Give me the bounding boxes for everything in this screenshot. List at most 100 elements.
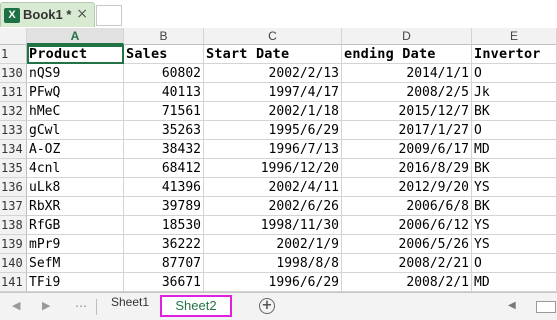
table-cell[interactable]: MD	[472, 273, 557, 292]
table-cell[interactable]: BK	[472, 102, 557, 121]
table-cell[interactable]: SefM	[27, 254, 124, 273]
header-cell[interactable]: Start Date	[204, 45, 342, 64]
table-cell[interactable]: 18530	[124, 216, 204, 235]
table-cell[interactable]: mPr9	[27, 235, 124, 254]
table-cell[interactable]: 2002/6/26	[204, 197, 342, 216]
table-cell[interactable]: 87707	[124, 254, 204, 273]
table-cell[interactable]: 60802	[124, 64, 204, 83]
select-all-corner[interactable]	[0, 28, 27, 45]
column-header-d[interactable]: D	[342, 28, 472, 45]
row-header[interactable]: 140	[0, 254, 27, 273]
column-header-a[interactable]: A	[27, 28, 124, 45]
table-cell[interactable]: 36222	[124, 235, 204, 254]
column-header-b[interactable]: B	[124, 28, 204, 45]
row-header[interactable]: 1	[0, 45, 27, 64]
table-cell[interactable]: 2006/5/26	[342, 235, 472, 254]
table-cell[interactable]: 1995/6/29	[204, 121, 342, 140]
table-cell[interactable]: 1997/4/17	[204, 83, 342, 102]
row-header[interactable]: 131	[0, 83, 27, 102]
row-header[interactable]: 133	[0, 121, 27, 140]
header-cell[interactable]: ending Date	[342, 45, 472, 64]
table-cell[interactable]: 1996/6/29	[204, 273, 342, 292]
close-icon[interactable]: ×	[76, 6, 88, 22]
table-cell[interactable]: 2002/4/11	[204, 178, 342, 197]
add-sheet-button[interactable]: +	[259, 298, 275, 314]
table-cell[interactable]: 41396	[124, 178, 204, 197]
table-cell[interactable]: A-OZ	[27, 140, 124, 159]
row-header[interactable]: 132	[0, 102, 27, 121]
table-cell[interactable]: gCwl	[27, 121, 124, 140]
table-cell[interactable]: PFwQ	[27, 83, 124, 102]
table-cell[interactable]: O	[472, 64, 557, 83]
table-cell[interactable]: 1998/8/8	[204, 254, 342, 273]
workbook-tab-bar: X Book1 * ×	[0, 0, 557, 28]
table-cell[interactable]: 71561	[124, 102, 204, 121]
new-workbook-tab-button[interactable]	[96, 5, 122, 26]
prev-sheet-icon[interactable]: ◀	[12, 299, 20, 312]
table-cell[interactable]: 2006/6/8	[342, 197, 472, 216]
scrollbar-thumb[interactable]	[536, 301, 556, 313]
tab-sheet1[interactable]: Sheet1	[104, 295, 156, 317]
header-cell[interactable]: Product	[27, 45, 124, 64]
table-cell[interactable]: O	[472, 254, 557, 273]
table-cell[interactable]: 2002/1/9	[204, 235, 342, 254]
table-cell[interactable]: O	[472, 121, 557, 140]
table-cell[interactable]: 2012/9/20	[342, 178, 472, 197]
table-cell[interactable]: 2009/6/17	[342, 140, 472, 159]
table-cell[interactable]: 1998/11/30	[204, 216, 342, 235]
table-cell[interactable]: 2017/1/27	[342, 121, 472, 140]
tab-sheet2[interactable]: Sheet2	[160, 295, 232, 317]
row-header[interactable]: 137	[0, 197, 27, 216]
table-cell[interactable]: MD	[472, 140, 557, 159]
table-cell[interactable]: 39789	[124, 197, 204, 216]
table-cell[interactable]: 68412	[124, 159, 204, 178]
table-cell[interactable]: 36671	[124, 273, 204, 292]
scroll-left-icon[interactable]: ◀	[508, 300, 516, 311]
table-cell[interactable]: RfGB	[27, 216, 124, 235]
table-cell[interactable]: 38432	[124, 140, 204, 159]
table-cell[interactable]: 35263	[124, 121, 204, 140]
table-cell[interactable]: 2008/2/21	[342, 254, 472, 273]
table-cell[interactable]: 4cnl	[27, 159, 124, 178]
table-cell[interactable]: YS	[472, 178, 557, 197]
row-header[interactable]: 141	[0, 273, 27, 292]
table-cell[interactable]: 2008/2/1	[342, 273, 472, 292]
table-cell[interactable]: 2006/6/12	[342, 216, 472, 235]
table-cell[interactable]: RbXR	[27, 197, 124, 216]
row-header[interactable]: 139	[0, 235, 27, 254]
table-cell[interactable]: uLk8	[27, 178, 124, 197]
workbook-title: Book1 *	[23, 7, 72, 22]
table-cell[interactable]: 2015/12/7	[342, 102, 472, 121]
table-cell[interactable]: TFi9	[27, 273, 124, 292]
table-cell[interactable]: 2002/1/18	[204, 102, 342, 121]
workbook-tab[interactable]: X Book1 * ×	[0, 2, 95, 27]
table-cell[interactable]: 1996/7/13	[204, 140, 342, 159]
table-cell[interactable]: YS	[472, 235, 557, 254]
horizontal-scrollbar[interactable]: ◀	[496, 300, 557, 314]
table-cell[interactable]: YS	[472, 216, 557, 235]
table-cell[interactable]: 2008/2/5	[342, 83, 472, 102]
row-header[interactable]: 134	[0, 140, 27, 159]
excel-icon: X	[4, 8, 20, 23]
more-sheets-icon[interactable]: …	[75, 296, 87, 310]
table-cell[interactable]: BK	[472, 197, 557, 216]
table-cell[interactable]: 2002/2/13	[204, 64, 342, 83]
sheet-tab-bar: ◀ ▶ … Sheet1 Sheet2 + ◀	[0, 292, 557, 320]
column-header-c[interactable]: C	[204, 28, 342, 45]
header-cell[interactable]: Sales	[124, 45, 204, 64]
header-cell[interactable]: Invertor	[472, 45, 557, 64]
row-header[interactable]: 136	[0, 178, 27, 197]
row-header[interactable]: 130	[0, 64, 27, 83]
row-header[interactable]: 135	[0, 159, 27, 178]
next-sheet-icon[interactable]: ▶	[42, 299, 50, 312]
table-cell[interactable]: 1996/12/20	[204, 159, 342, 178]
table-cell[interactable]: hMeC	[27, 102, 124, 121]
table-cell[interactable]: 40113	[124, 83, 204, 102]
column-header-e[interactable]: E	[472, 28, 557, 45]
table-cell[interactable]: nQS9	[27, 64, 124, 83]
table-cell[interactable]: Jk	[472, 83, 557, 102]
table-cell[interactable]: BK	[472, 159, 557, 178]
table-cell[interactable]: 2014/1/1	[342, 64, 472, 83]
table-cell[interactable]: 2016/8/29	[342, 159, 472, 178]
row-header[interactable]: 138	[0, 216, 27, 235]
